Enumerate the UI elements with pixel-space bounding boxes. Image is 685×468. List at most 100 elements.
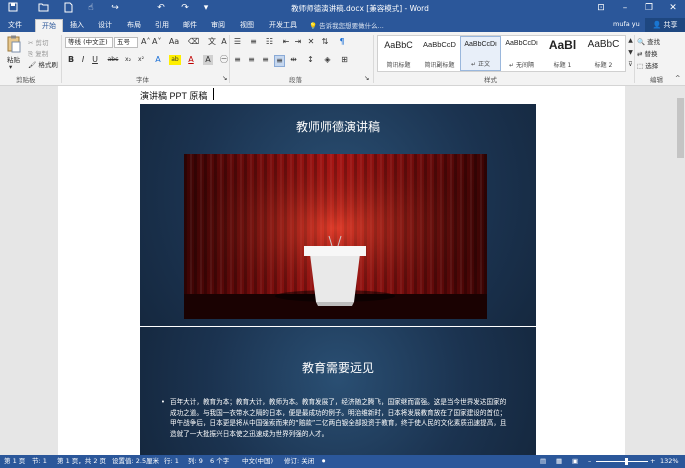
style-item[interactable]: AaBbCcD 简讯副标题 [419,36,460,71]
borders-icon[interactable]: ⊞ [339,55,350,65]
style-item[interactable]: AaBbC 标题 2 [583,36,624,71]
grow-font-icon[interactable]: A˄ [141,37,150,47]
chinese-layout-icon[interactable]: ✕ [306,37,316,47]
collapse-ribbon-icon[interactable]: ^ [675,74,680,82]
shrink-font-icon[interactable]: A˅ [152,37,161,47]
print-layout-icon[interactable]: ▦ [556,455,562,468]
document-area[interactable]: 演讲稿 PPT 原稿 教师师德演讲稿 教育需要远见 • 百年大计，教育为本；教育… [0,86,685,455]
folder-icon[interactable] [36,2,50,15]
styles-more-icon[interactable]: ⊽ [627,60,634,70]
zoom-out-icon[interactable]: – [588,455,591,468]
touch-mode-icon[interactable]: ☝ [84,2,98,15]
tab-design[interactable]: 设计 [94,19,116,32]
underline-button[interactable]: U [91,55,99,65]
font-dialog-launcher-icon[interactable]: ↘ [222,74,227,82]
ribbon-display-icon[interactable]: ⊡ [589,0,613,17]
zoom-level[interactable]: 132% [660,455,679,468]
tab-view[interactable]: 视图 [236,19,258,32]
status-page[interactable]: 第 1 页 [4,455,25,468]
paste-icon[interactable] [6,35,22,53]
tab-mailings[interactable]: 邮件 [179,19,201,32]
bullets-icon[interactable]: ☰ [232,37,243,47]
status-track-changes[interactable]: 修订: 关闭 [284,455,314,468]
sort-icon[interactable]: ⇅ [320,37,330,47]
web-layout-icon[interactable]: ▣ [572,455,578,468]
copy-button[interactable]: ⎘ 复制 [28,48,48,59]
status-setting[interactable]: 设置值: 2.5厘米 [112,455,159,468]
phonetic-icon[interactable]: 文 [207,37,217,47]
align-right-icon[interactable]: ≡ [260,55,271,65]
tab-references[interactable]: 引用 [151,19,173,32]
select-button[interactable]: ⬚ 选择 [637,60,658,70]
macro-record-icon[interactable]: ⏺ [322,455,325,468]
highlight-button[interactable]: ab [169,55,181,65]
tab-home[interactable]: 开始 [35,19,63,32]
zoom-in-icon[interactable]: + [650,455,655,468]
status-chars[interactable]: 6 个字 [210,455,229,468]
document-page[interactable]: 演讲稿 PPT 原稿 教师师德演讲稿 教育需要远见 • 百年大计，教育为本；教育… [58,86,625,455]
char-border-icon[interactable]: A [219,37,229,47]
new-doc-icon[interactable] [61,2,75,15]
slide-image-1[interactable]: 教师师德演讲稿 [140,104,536,326]
redo-icon[interactable]: ↪ [108,2,122,15]
find-button[interactable]: 🔍 查找 [637,36,660,46]
decrease-indent-icon[interactable]: ⇤ [281,37,291,47]
align-left-icon[interactable]: ≡ [232,55,243,65]
status-pages[interactable]: 第 1 页，共 2 页 [57,455,106,468]
close-button[interactable]: ✕ [661,0,685,17]
status-column[interactable]: 列: 9 [188,455,203,468]
user-name[interactable]: mufa yu [613,20,640,28]
format-painter-button[interactable]: 🖌 格式刷 [28,59,58,69]
line-spacing-icon[interactable]: ↕ [305,55,316,65]
clear-format-icon[interactable]: ⌫ [188,37,199,47]
customize-qat-icon[interactable]: ▾ [199,2,213,15]
superscript-button[interactable]: x² [136,55,146,65]
justify-icon[interactable]: ≡ [274,55,285,67]
show-marks-icon[interactable]: ¶ [337,37,347,47]
numbering-icon[interactable]: ≡ [248,37,259,47]
tell-me-box[interactable]: 💡 告诉我您想要做什么... [309,20,384,30]
replace-button[interactable]: ⇄ 替换 [637,48,658,58]
paragraph-dialog-launcher-icon[interactable]: ↘ [364,74,369,82]
enclose-char-icon[interactable]: ㊀ [219,55,229,65]
styles-scroll-down-icon[interactable]: ▼ [627,48,634,58]
font-color-button[interactable]: A [186,55,196,65]
tab-layout[interactable]: 布局 [123,19,145,32]
bold-button[interactable]: B [67,55,75,65]
tab-file[interactable]: 文件 [0,19,30,32]
status-section[interactable]: 节: 1 [32,455,47,468]
styles-scroll-up-icon[interactable]: ▲ [627,36,634,46]
style-item[interactable]: AaBbCcDi ↵ 无间隔 [501,36,542,71]
minimize-button[interactable]: – [613,0,637,17]
distributed-icon[interactable]: ⇹ [288,55,299,65]
zoom-slider[interactable] [596,461,648,462]
vertical-scrollbar[interactable] [676,86,685,455]
paste-dropdown-icon[interactable]: ▾ [9,63,12,71]
char-shading-icon[interactable]: A [203,55,213,65]
style-item[interactable]: AaBbC 简讯标题 [378,36,419,71]
multilevel-list-icon[interactable]: ☷ [264,37,275,47]
status-line[interactable]: 行: 1 [164,455,179,468]
increase-indent-icon[interactable]: ⇥ [293,37,303,47]
share-button[interactable]: 👤 共享 [645,18,685,32]
document-heading[interactable]: 演讲稿 PPT 原稿 [140,89,207,102]
status-language[interactable]: 中文(中国) [242,455,273,468]
align-center-icon[interactable]: ≡ [246,55,257,65]
style-item[interactable]: AaBbCcDi ↵ 正文 [460,36,501,71]
scrollbar-thumb[interactable] [677,98,684,158]
font-family-select[interactable]: 等线 (中文正) [65,37,113,48]
tab-review[interactable]: 审阅 [207,19,229,32]
subscript-button[interactable]: x₂ [123,55,133,65]
cut-button[interactable]: ✂ 剪切 [28,37,49,47]
strikethrough-button[interactable]: abc [106,55,120,65]
tab-developer[interactable]: 开发工具 [266,19,300,32]
slide-image-2[interactable]: 教育需要远见 • 百年大计，教育为本；教育大计，教师为本。教育发展了，经济随之腾… [140,327,536,455]
redo-icon[interactable]: ↷ [178,2,192,15]
undo-icon[interactable]: ↶ [154,2,168,15]
shading-icon[interactable]: ◈ [322,55,333,65]
style-item[interactable]: AaBl 标题 1 [542,36,583,71]
italic-button[interactable]: I [79,55,87,65]
font-size-select[interactable]: 五号 [114,37,138,48]
text-effects-icon[interactable]: A [153,55,163,65]
tab-insert[interactable]: 插入 [66,19,88,32]
